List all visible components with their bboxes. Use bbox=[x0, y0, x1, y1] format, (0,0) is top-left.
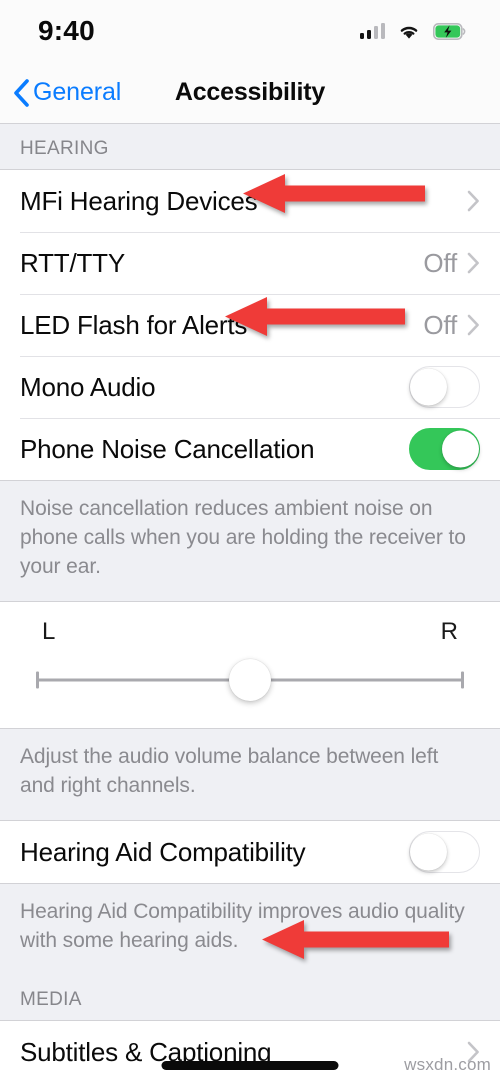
watermark: wsxdn.com bbox=[404, 1055, 491, 1074]
battery-charging-icon bbox=[433, 22, 466, 40]
section-group-hearing-aid: Hearing Aid Compatibility bbox=[0, 820, 500, 884]
settings-list[interactable]: HEARING MFi Hearing Devices RTT/TTY Off bbox=[0, 124, 500, 1083]
row-label: LED Flash for Alerts bbox=[20, 309, 248, 340]
slider-end-cap-right bbox=[461, 671, 464, 689]
audio-balance-slider[interactable] bbox=[36, 654, 464, 706]
row-phone-noise-cancellation[interactable]: Phone Noise Cancellation bbox=[0, 418, 500, 480]
home-indicator bbox=[161, 1061, 339, 1070]
balance-channel-labels: L R bbox=[0, 618, 500, 646]
row-mfi-hearing-devices[interactable]: MFi Hearing Devices bbox=[0, 170, 500, 232]
chevron-right-icon bbox=[467, 190, 479, 212]
row-label: Hearing Aid Compatibility bbox=[20, 836, 306, 867]
balance-right-label: R bbox=[440, 618, 458, 645]
row-led-flash-for-alerts[interactable]: LED Flash for Alerts Off bbox=[0, 294, 500, 356]
chevron-right-icon bbox=[467, 252, 479, 274]
section-header-media: MEDIA bbox=[0, 975, 500, 1020]
toggle-knob bbox=[410, 833, 447, 871]
row-rtt-tty[interactable]: RTT/TTY Off bbox=[0, 232, 500, 294]
row-value: Off bbox=[423, 247, 457, 278]
row-accessory: Off bbox=[423, 248, 480, 279]
row-label: MFi Hearing Devices bbox=[20, 185, 258, 216]
mono-audio-toggle[interactable] bbox=[409, 366, 480, 408]
row-label: Phone Noise Cancellation bbox=[20, 433, 315, 464]
status-bar: 9:40 bbox=[0, 0, 500, 62]
slider-end-cap-left bbox=[36, 671, 39, 689]
navigation-bar: General Accessibility bbox=[0, 62, 500, 124]
hearing-aid-compatibility-toggle[interactable] bbox=[409, 831, 480, 873]
note-audio-balance: Adjust the audio volume balance between … bbox=[0, 729, 500, 820]
back-button-label: General bbox=[33, 78, 122, 106]
section-group-hearing: MFi Hearing Devices RTT/TTY Off LED Flas… bbox=[0, 169, 500, 481]
row-label: Mono Audio bbox=[20, 371, 156, 402]
status-bar-time: 9:40 bbox=[38, 15, 95, 46]
row-accessory bbox=[409, 366, 480, 408]
note-hearing-aid: Hearing Aid Compatibility improves audio… bbox=[0, 884, 500, 975]
row-accessory bbox=[409, 428, 480, 470]
row-accessory bbox=[409, 831, 480, 873]
row-label: RTT/TTY bbox=[20, 247, 125, 278]
cellular-bars-icon bbox=[359, 23, 385, 39]
row-mono-audio[interactable]: Mono Audio bbox=[0, 356, 500, 418]
row-hearing-aid-compatibility[interactable]: Hearing Aid Compatibility bbox=[0, 821, 500, 883]
chevron-left-icon bbox=[14, 78, 29, 107]
toggle-knob bbox=[442, 430, 479, 468]
section-header-hearing: HEARING bbox=[0, 124, 500, 169]
chevron-right-icon bbox=[467, 314, 479, 336]
row-value: Off bbox=[423, 309, 457, 340]
row-accessory bbox=[467, 190, 480, 212]
wifi-icon bbox=[400, 26, 418, 39]
iphone-screen: 9:40 General Accessibility HEARING MFi H… bbox=[0, 0, 500, 1083]
back-button[interactable]: General bbox=[0, 78, 121, 107]
note-noise-cancellation: Noise cancellation reduces ambient noise… bbox=[0, 481, 500, 601]
phone-noise-cancellation-toggle[interactable] bbox=[409, 428, 480, 470]
audio-balance-group: L R bbox=[0, 601, 500, 729]
status-bar-indicators bbox=[359, 22, 467, 40]
toggle-knob bbox=[410, 368, 447, 406]
balance-left-label: L bbox=[42, 618, 56, 645]
slider-thumb[interactable] bbox=[229, 659, 271, 701]
row-accessory: Off bbox=[423, 310, 480, 341]
